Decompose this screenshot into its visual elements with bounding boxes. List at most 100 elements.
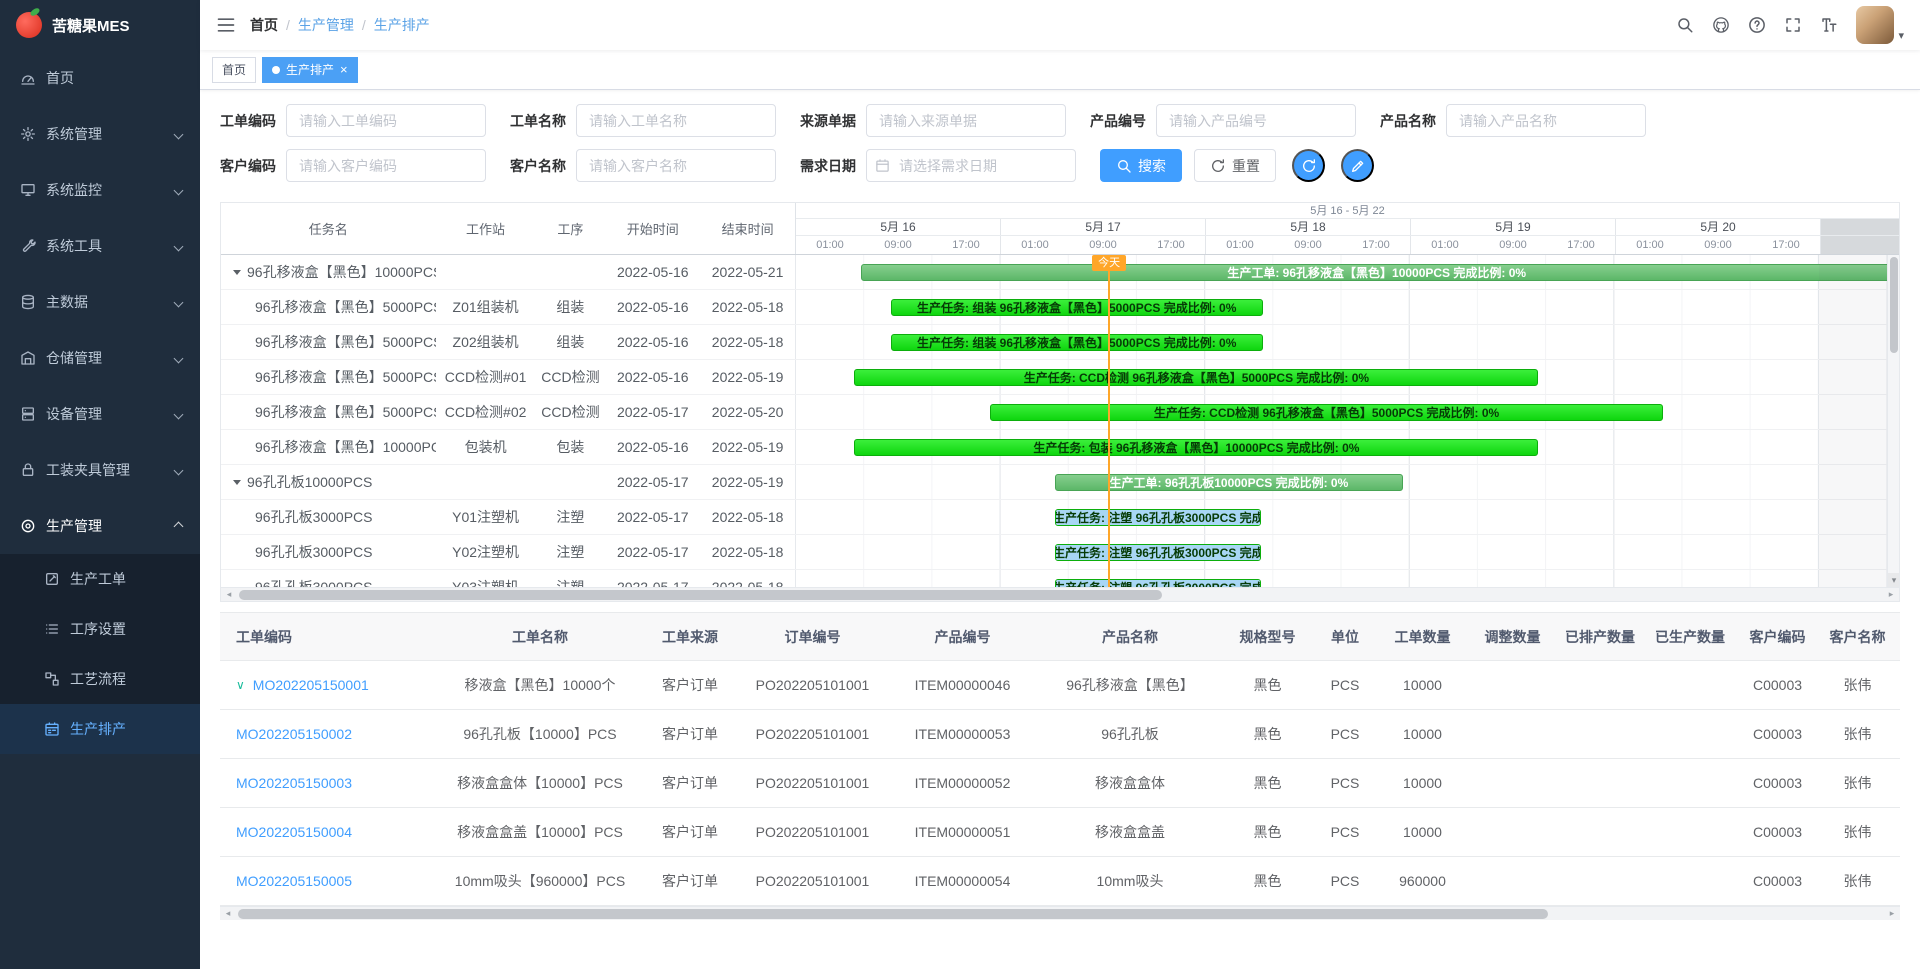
orders-row[interactable]: MO20220515000296孔孔板【10000】PCS客户订单PO20220…	[220, 710, 1900, 759]
horizontal-scrollbar-thumb[interactable]	[239, 590, 1162, 600]
task-name: 96孔孔板10000PCS	[247, 472, 372, 492]
gantt-cell-process: 包装	[535, 430, 605, 464]
sidebar-item-7[interactable]: 工装夹具管理	[0, 442, 200, 498]
gantt-cell-name: 96孔孔板3000PCS	[221, 500, 436, 534]
gantt-task-bar[interactable]: 生产任务: CCD检测 96孔移液盒【黑色】5000PCS 完成比例: 0%	[854, 369, 1538, 386]
warehouse-icon	[20, 350, 36, 366]
gantt-task-bar[interactable]: 生产任务: 注塑 96孔孔板3000PCS 完成	[1055, 509, 1261, 526]
gantt-cell-end: 2022-05-18	[700, 500, 795, 534]
sidebar-item-6[interactable]: 设备管理	[0, 386, 200, 442]
gantt-order-bar[interactable]: 生产工单: 96孔孔板10000PCS 完成比例: 0%	[1055, 474, 1402, 491]
gantt-task-bar[interactable]: 生产任务: 组装 96孔移液盒【黑色】5000PCS 完成比例: 0%	[891, 334, 1263, 351]
text-input[interactable]	[576, 149, 776, 182]
text-input[interactable]	[1446, 104, 1646, 137]
orders-cell-item_no: ITEM00000051	[885, 808, 1040, 856]
breadcrumb-item-2[interactable]: 生产排产	[374, 15, 430, 35]
fullscreen-icon[interactable]	[1784, 16, 1802, 34]
date-input[interactable]	[866, 149, 1076, 182]
orders-cell-demand_date: 202	[1895, 759, 1900, 807]
avatar[interactable]	[1856, 6, 1894, 44]
collapse-arrow-icon[interactable]	[233, 480, 241, 485]
collapse-arrow-icon[interactable]	[233, 270, 241, 275]
work-order-link[interactable]: MO202205150005	[236, 873, 352, 889]
gantt-days: 5月 165月 175月 185月 195月 20	[796, 219, 1899, 236]
horizontal-scrollbar-thumb[interactable]	[238, 909, 1548, 919]
scroll-down-icon[interactable]: ▾	[1888, 573, 1899, 587]
row-expand-icon[interactable]: ∨	[236, 678, 245, 692]
filter-label: 工单名称	[510, 111, 566, 131]
orders-cell-order_no: PO202205101001	[740, 857, 885, 905]
gantt-cell-end: 2022-05-19	[700, 360, 795, 394]
scroll-right-icon[interactable]: ▸	[1883, 588, 1899, 602]
work-order-link[interactable]: MO202205150001	[253, 677, 369, 693]
gantt-horizontal-scrollbar[interactable]: ◂ ▸	[221, 587, 1899, 601]
breadcrumb-item-0[interactable]: 首页	[250, 15, 278, 35]
text-input[interactable]	[576, 104, 776, 137]
github-icon[interactable]	[1712, 16, 1730, 34]
sidebar-subitem-1[interactable]: 工序设置	[0, 604, 200, 654]
orders-row[interactable]: ∨MO202205150001移液盒【黑色】10000个客户订单PO202205…	[220, 661, 1900, 710]
sidebar-item-1[interactable]: 系统管理	[0, 106, 200, 162]
gantt-task-bar[interactable]: 生产任务: 注塑 96孔孔板3000PCS 完成	[1055, 544, 1261, 561]
gantt-row: 96孔移液盒【黑色】5000PCSZ01组装机组装2022-05-162022-…	[221, 290, 1899, 325]
user-menu[interactable]: ▾	[1856, 6, 1904, 44]
app-logo[interactable]: 苦糖果MES	[0, 0, 200, 50]
sidebar-subitem-2[interactable]: 工艺流程	[0, 654, 200, 704]
sidebar-item-5[interactable]: 仓储管理	[0, 330, 200, 386]
text-input[interactable]	[286, 149, 486, 182]
orders-row[interactable]: MO202205150004移液盒盒盖【10000】PCS客户订单PO20220…	[220, 808, 1900, 857]
sidebar-item-8[interactable]: 生产管理	[0, 498, 200, 554]
reset-button[interactable]: 重置	[1194, 149, 1276, 182]
sidebar-subitem-0[interactable]: 生产工单	[0, 554, 200, 604]
orders-cell-customer_code: C00003	[1735, 759, 1820, 807]
sidebar-item-4[interactable]: 主数据	[0, 274, 200, 330]
refresh-button[interactable]	[1292, 149, 1325, 182]
help-icon[interactable]	[1748, 16, 1766, 34]
breadcrumb-item-1[interactable]: 生产管理	[298, 15, 354, 35]
work-order-link[interactable]: MO202205150004	[236, 824, 352, 840]
text-input[interactable]	[866, 104, 1066, 137]
orders-cell-adjust_qty	[1470, 857, 1555, 905]
vertical-scrollbar-thumb[interactable]	[1890, 257, 1898, 353]
orders-cell-source: 客户订单	[640, 759, 740, 807]
tab-close-icon[interactable]: ×	[340, 63, 348, 76]
font-size-icon[interactable]	[1820, 16, 1838, 34]
work-order-link[interactable]: MO202205150002	[236, 726, 352, 742]
scroll-left-icon[interactable]: ◂	[221, 588, 237, 602]
orders-horizontal-scrollbar[interactable]: ◂ ▸	[220, 906, 1900, 920]
sidebar-subitem-3[interactable]: 生产排产	[0, 704, 200, 754]
menu-fold-icon[interactable]	[216, 15, 236, 35]
orders-cell-adjust_qty	[1470, 759, 1555, 807]
tab-1[interactable]: 生产排产×	[262, 57, 358, 83]
gantt-task-bar[interactable]: 生产任务: CCD检测 96孔移液盒【黑色】5000PCS 完成比例: 0%	[990, 404, 1663, 421]
text-input[interactable]	[1156, 104, 1356, 137]
sidebar-item-0[interactable]: 首页	[0, 50, 200, 106]
gantt-task-bar[interactable]: 生产任务: 注塑 96孔孔板3000PCS 完成	[1055, 579, 1261, 587]
edit-button[interactable]	[1341, 149, 1374, 182]
orders-row[interactable]: MO202205150003移液盒盒体【10000】PCS客户订单PO20220…	[220, 759, 1900, 808]
orders-row[interactable]: MO20220515000510mm吸头【960000】PCS客户订单PO202…	[220, 857, 1900, 906]
text-input[interactable]	[286, 104, 486, 137]
gantt-task-bar[interactable]: 生产任务: 包装 96孔移液盒【黑色】10000PCS 完成比例: 0%	[854, 439, 1538, 456]
reset-button-label: 重置	[1232, 156, 1260, 176]
search-icon[interactable]	[1676, 16, 1694, 34]
filter-input-wrap	[1156, 104, 1356, 137]
gantt-vertical-scrollbar[interactable]: ▾	[1887, 255, 1899, 587]
sidebar-item-2[interactable]: 系统监控	[0, 162, 200, 218]
scroll-left-icon[interactable]: ◂	[220, 907, 236, 921]
sidebar-item-3[interactable]: 系统工具	[0, 218, 200, 274]
scroll-right-icon[interactable]: ▸	[1884, 907, 1900, 921]
sidebar-subitem-label: 工艺流程	[70, 669, 126, 689]
orders-cell-unit: PCS	[1315, 857, 1375, 905]
main-area: 首页/生产管理/生产排产 ▾ 首页生产排产× 工单编码工单名称来源单据产品编号产…	[200, 0, 1920, 969]
tab-0[interactable]: 首页	[212, 57, 256, 83]
work-order-link[interactable]: MO202205150003	[236, 775, 352, 791]
gantt-task-bar[interactable]: 生产任务: 组装 96孔移液盒【黑色】5000PCS 完成比例: 0%	[891, 299, 1263, 316]
gantt-bar-label: 生产任务: 包装 96孔移液盒【黑色】10000PCS 完成比例: 0%	[1029, 439, 1363, 456]
orders-cell-spec: 黑色	[1220, 759, 1315, 807]
orders-cell-produced_qty	[1645, 710, 1735, 758]
gantt-cell-start: 2022-05-16	[605, 255, 700, 289]
gantt-order-bar[interactable]: 生产工单: 96孔移液盒【黑色】10000PCS 完成比例: 0%	[861, 264, 1892, 281]
gantt-cell-process: CCD检测	[535, 360, 605, 394]
search-button[interactable]: 搜索	[1100, 149, 1182, 182]
